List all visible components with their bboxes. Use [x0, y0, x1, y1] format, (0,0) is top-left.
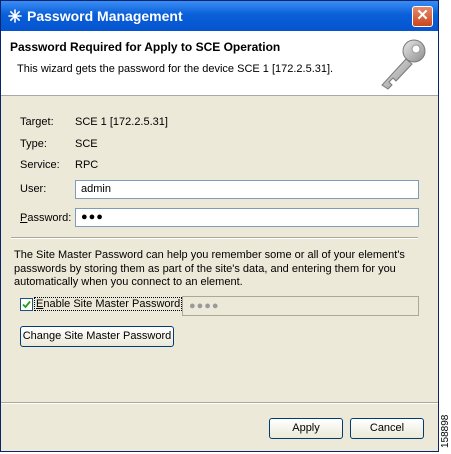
user-label: User:	[20, 183, 47, 195]
service-value: RPC	[75, 159, 99, 171]
checkmark-icon	[22, 300, 31, 309]
change-master-password-button[interactable]: Change Site Master Password	[20, 326, 174, 347]
app-icon	[8, 9, 22, 23]
key-icon	[381, 39, 426, 90]
type-label: Type:	[20, 138, 47, 150]
figure-number: 158898	[440, 414, 451, 448]
master-password-info: The Site Master Password can help you re…	[14, 249, 405, 288]
password-label: Password:	[20, 212, 72, 224]
cancel-button[interactable]: Cancel	[350, 418, 424, 439]
apply-button[interactable]: Apply	[269, 418, 343, 439]
footer-separator	[1, 402, 438, 404]
close-button[interactable]: ✕	[412, 6, 433, 27]
user-input[interactable]: admin	[75, 180, 419, 199]
service-label: Service:	[20, 159, 60, 171]
enable-master-password-label[interactable]: Enable Site Master Password	[34, 297, 183, 311]
banner-title: Password Required for Apply to SCE Opera…	[10, 40, 281, 54]
banner-description: This wizard gets the password for the de…	[17, 63, 334, 75]
target-label: Target:	[20, 116, 54, 128]
target-value: SCE 1 [172.2.5.31]	[75, 116, 168, 128]
password-management-dialog: Password Management ✕ Password Required …	[0, 0, 439, 452]
separator	[11, 237, 418, 239]
password-input[interactable]: ●●●	[75, 208, 419, 227]
window-title: Password Management	[27, 8, 183, 24]
enable-master-password-checkbox[interactable]	[20, 298, 33, 311]
master-password-input[interactable]: ●●●●	[182, 296, 419, 316]
title-bar[interactable]: Password Management ✕	[1, 1, 438, 31]
wizard-banner: Password Required for Apply to SCE Opera…	[1, 31, 438, 96]
type-value: SCE	[75, 138, 98, 150]
close-icon: ✕	[416, 7, 429, 24]
